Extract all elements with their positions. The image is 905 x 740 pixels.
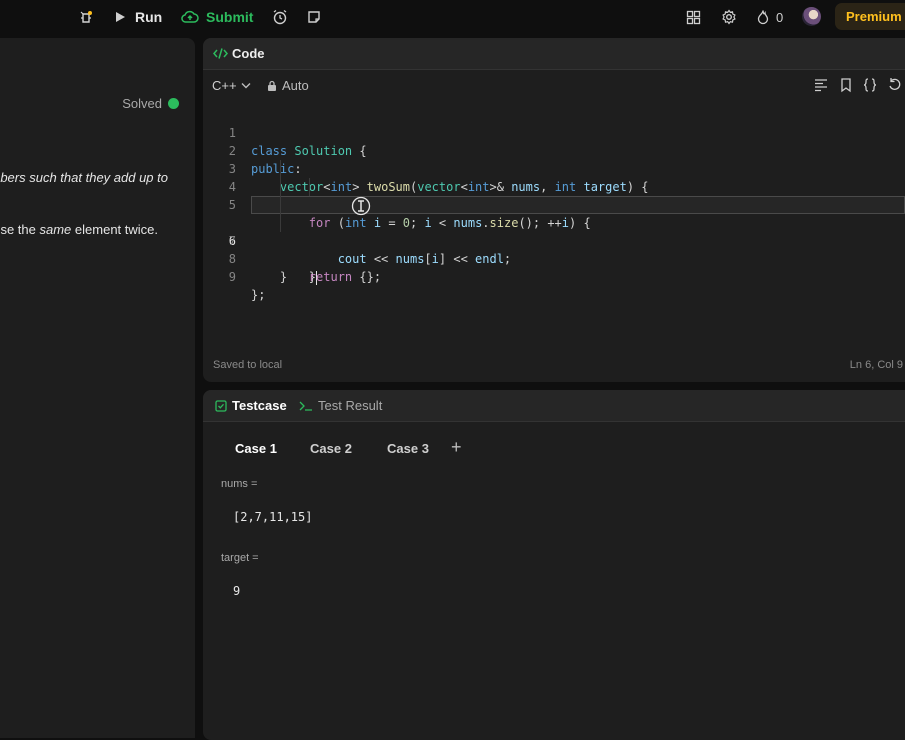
code-line-active[interactable]: 6 } <box>203 196 905 285</box>
testcase-header: Testcase Test Result <box>203 390 905 422</box>
text-cursor-icon <box>351 196 371 216</box>
testcase-panel: Testcase Test Result Case 1 Case 2 Case … <box>203 390 905 740</box>
settings-gear-icon[interactable] <box>719 7 739 27</box>
code-text: } <box>251 270 288 284</box>
code-line[interactable]: 3 vector<int> twoSum(vector<int>& nums, … <box>203 142 905 194</box>
alarm-clock-icon[interactable] <box>270 7 290 27</box>
code-line[interactable]: 5 cout << nums[i] << endl; <box>203 178 905 266</box>
bookmark-icon[interactable] <box>838 77 854 93</box>
auto-label: Auto <box>282 78 309 93</box>
tab-testcase[interactable]: Testcase <box>215 398 287 413</box>
submit-button[interactable]: Submit <box>181 0 253 34</box>
user-avatar[interactable] <box>802 7 821 26</box>
description-line-2: se the same element twice. <box>0 222 158 237</box>
active-line-highlight <box>251 196 905 214</box>
code-line[interactable]: 2 public: <box>203 124 905 176</box>
fire-icon <box>757 10 769 25</box>
layout-grid-icon[interactable] <box>683 7 703 27</box>
terminal-prompt-icon <box>299 401 312 411</box>
lock-icon <box>268 80 276 91</box>
code-brackets-icon <box>213 48 228 59</box>
code-line[interactable]: 7 return {}; <box>203 214 905 284</box>
target-input[interactable]: 9 <box>233 584 240 598</box>
code-line[interactable]: 9 }; <box>203 250 905 302</box>
editor-header: Code <box>203 38 905 70</box>
format-align-icon[interactable] <box>813 77 829 93</box>
solved-check-icon <box>168 98 179 109</box>
case-tab-3[interactable]: Case 3 <box>387 441 429 456</box>
code-text: }; <box>251 288 266 302</box>
tab-test-result[interactable]: Test Result <box>299 398 382 413</box>
cloud-upload-icon <box>181 10 199 23</box>
code-line[interactable]: 8 } <box>203 232 905 284</box>
editor-toolbar: C++ Auto <box>203 70 905 100</box>
case-tab-1[interactable]: Case 1 <box>235 441 277 456</box>
run-label: Run <box>135 9 163 25</box>
streak-count: 0 <box>776 9 784 25</box>
code-tab[interactable]: Code <box>213 46 265 61</box>
code-area[interactable]: 1 class Solution { 2 public: 3 vector<in… <box>203 106 905 302</box>
solved-status: Solved <box>122 96 179 111</box>
description-emphasis: same <box>39 222 72 237</box>
language-label: C++ <box>212 78 237 93</box>
debug-bug-icon[interactable] <box>76 7 96 27</box>
problem-description-panel: Solved bers such that they add up to se … <box>0 38 195 738</box>
code-tab-label: Code <box>232 46 265 61</box>
code-editor-panel: Code C++ Auto 1 class Solution { 2 publi… <box>203 38 905 382</box>
notes-icon[interactable] <box>304 7 324 27</box>
description-line: bers such that they add up to <box>0 170 168 185</box>
target-label: target = <box>221 552 259 564</box>
language-select[interactable]: C++ <box>212 78 251 93</box>
auto-mode-toggle[interactable]: Auto <box>267 78 309 93</box>
top-bar: Run Submit 0 Premium <box>0 0 905 34</box>
submit-label: Submit <box>206 9 254 25</box>
play-icon <box>116 12 125 22</box>
add-case-button[interactable]: + <box>451 437 462 458</box>
tab-testcase-label: Testcase <box>232 398 287 413</box>
description-text: element twice. <box>71 222 158 237</box>
chevron-down-icon <box>241 83 251 89</box>
tab-test-result-label: Test Result <box>318 398 383 413</box>
premium-button[interactable]: Premium <box>835 3 905 30</box>
curly-braces-icon[interactable] <box>862 77 878 93</box>
solved-label: Solved <box>122 96 162 111</box>
save-status: Saved to local <box>213 359 283 371</box>
checkbox-icon <box>215 399 227 412</box>
case-tab-2[interactable]: Case 2 <box>310 441 352 456</box>
nums-label: nums = <box>221 478 258 490</box>
line-number: 9 <box>228 270 236 284</box>
run-button[interactable]: Run <box>113 0 162 34</box>
nums-input[interactable]: [2,7,11,15] <box>233 510 312 524</box>
reset-undo-icon[interactable] <box>887 77 903 93</box>
cursor-position: Ln 6, Col 9 <box>849 359 903 371</box>
code-line[interactable]: 4 for (int i = 0; i < nums.size(); ++i) … <box>203 160 905 230</box>
description-text: se the <box>0 222 40 237</box>
code-line[interactable]: 1 class Solution { <box>203 106 905 158</box>
streak-counter[interactable]: 0 <box>756 0 783 34</box>
